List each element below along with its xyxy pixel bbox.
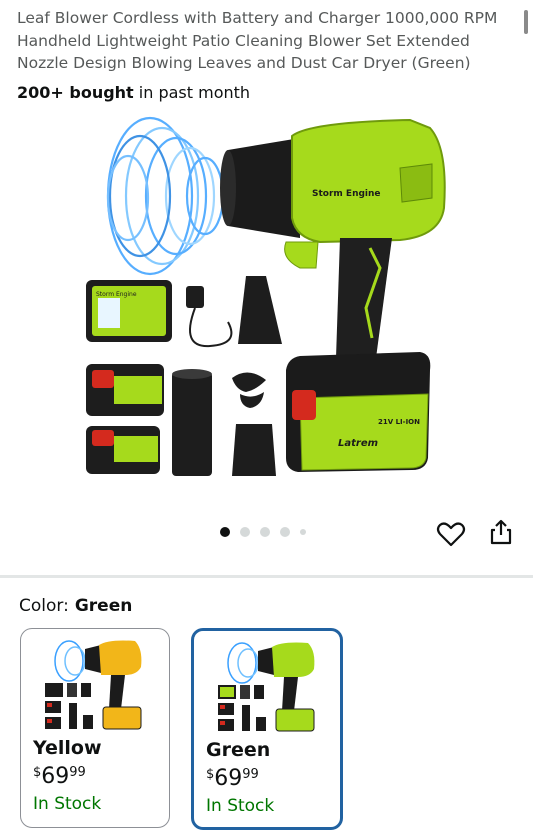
section-divider [0, 575, 533, 578]
color-selected-value: Green [74, 596, 133, 616]
product-title: Leaf Blower Cordless with Battery and Ch… [17, 9, 498, 72]
carousel-dots[interactable] [220, 526, 306, 538]
variant-thumbnail-yellow [45, 640, 142, 730]
bought-count: 200+ bought in past month [17, 82, 250, 104]
variant-name-yellow: Yellow [33, 737, 102, 759]
heart-icon[interactable] [436, 519, 466, 549]
variant-price-yellow: $6999 [33, 764, 86, 789]
bought-count-bold: 200+ bought [17, 83, 134, 102]
carousel-dot-3[interactable] [260, 527, 270, 537]
color-selector-label: Color: Green [19, 595, 132, 617]
scroll-indicator[interactable] [524, 10, 528, 34]
variant-stock-green: In Stock [206, 796, 275, 816]
carousel-dot-4[interactable] [280, 527, 290, 537]
variant-card-yellow[interactable]: Yellow $6999 In Stock [20, 628, 170, 828]
color-label: Color: [19, 596, 69, 616]
carousel-dot-5[interactable] [300, 529, 306, 535]
air-swirl [106, 116, 225, 276]
share-icon[interactable] [486, 517, 516, 547]
brand-label: Latrem [338, 438, 378, 449]
variant-thumbnail-green [218, 642, 315, 732]
case-label: Storm Engine [96, 291, 137, 298]
bought-count-rest: in past month [133, 83, 251, 102]
product-image[interactable]: Storm Engine Latrem 21V LI-ION Storm Eng… [0, 108, 533, 518]
price-cents: 99 [242, 767, 259, 782]
variant-stock-yellow: In Stock [33, 794, 102, 814]
variant-name-green: Green [206, 739, 271, 761]
price-whole: 69 [214, 766, 243, 791]
battery-label: 21V LI-ION [378, 418, 420, 426]
variant-price-green: $6999 [206, 766, 259, 791]
carousel-dot-2[interactable] [240, 527, 250, 537]
carousel-dot-1[interactable] [220, 527, 230, 537]
price-cents: 99 [69, 765, 86, 780]
engine-label: Storm Engine [312, 189, 381, 199]
variant-card-green[interactable]: Green $6999 In Stock [191, 628, 343, 830]
price-whole: 69 [41, 764, 70, 789]
